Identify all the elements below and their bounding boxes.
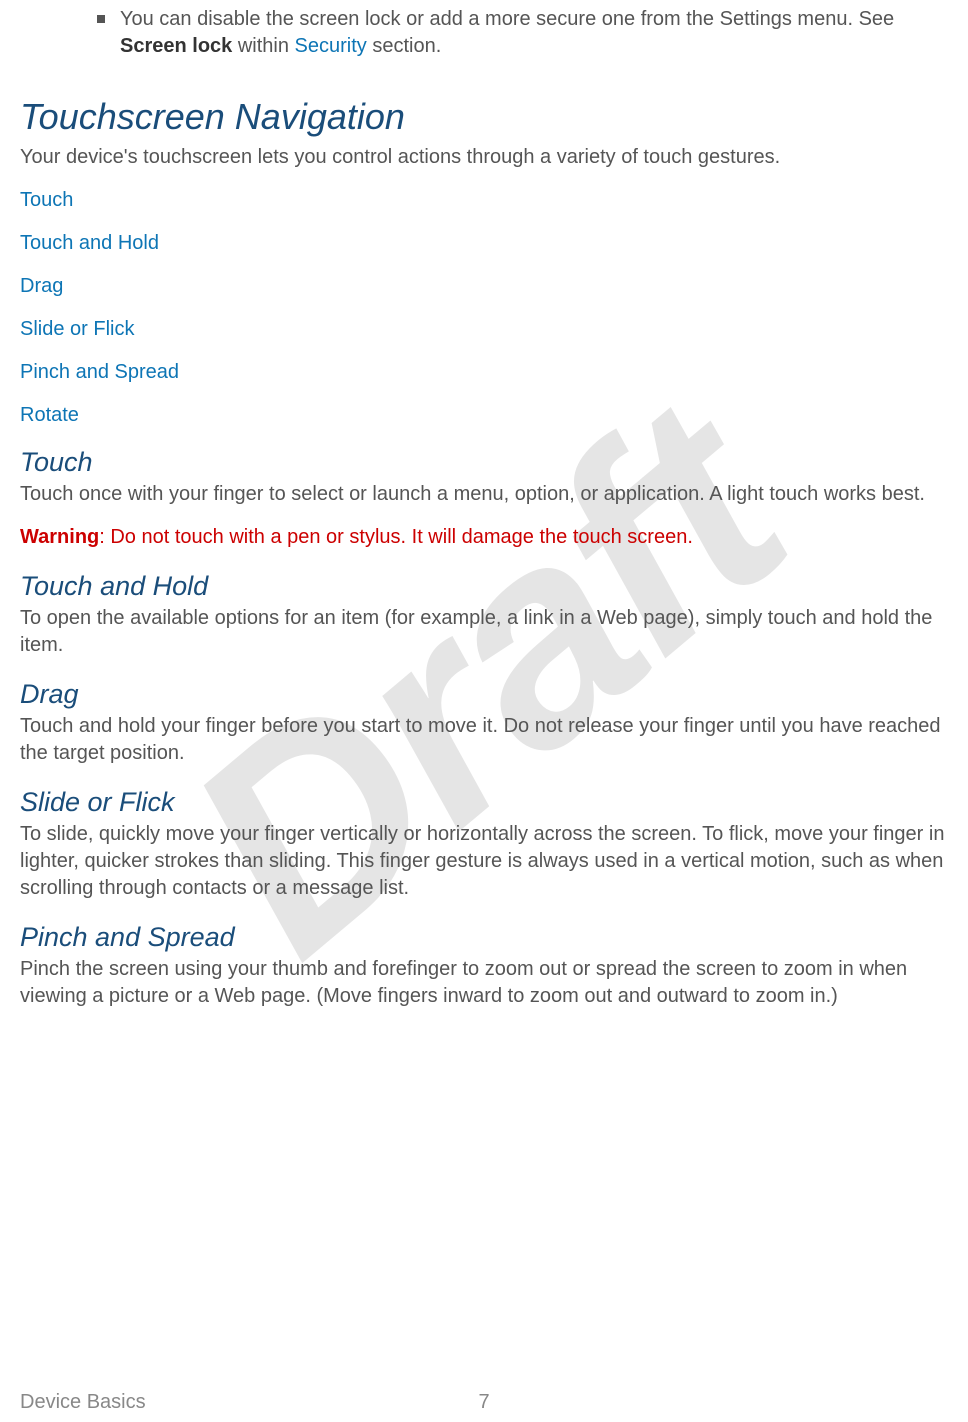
bullet-bold-text: Screen lock bbox=[120, 35, 232, 57]
heading-touch: Touch bbox=[20, 447, 948, 478]
bullet-text-part3: section. bbox=[367, 35, 441, 57]
heading-touchscreen-navigation: Touchscreen Navigation bbox=[20, 96, 948, 138]
bullet-text-part2: within bbox=[232, 35, 294, 57]
bullet-list-item: You can disable the screen lock or add a… bbox=[20, 6, 948, 60]
body-touch: Touch once with your finger to select or… bbox=[20, 481, 948, 508]
toc-link-rotate[interactable]: Rotate bbox=[20, 404, 79, 426]
bullet-text: You can disable the screen lock or add a… bbox=[120, 6, 948, 60]
heading-drag: Drag bbox=[20, 679, 948, 710]
body-drag: Touch and hold your finger before you st… bbox=[20, 713, 948, 767]
toc-link-pinch-and-spread[interactable]: Pinch and Spread bbox=[20, 361, 179, 383]
heading-touch-and-hold: Touch and Hold bbox=[20, 571, 948, 602]
heading-slide-or-flick: Slide or Flick bbox=[20, 787, 948, 818]
intro-paragraph: Your device's touchscreen lets you contr… bbox=[20, 144, 948, 171]
page-footer: Device Basics 7 bbox=[20, 1391, 948, 1414]
security-link[interactable]: Security bbox=[295, 35, 367, 57]
warning-text: : Do not touch with a pen or stylus. It … bbox=[99, 526, 693, 548]
body-touch-and-hold: To open the available options for an ite… bbox=[20, 605, 948, 659]
warning-touch: Warning: Do not touch with a pen or styl… bbox=[20, 524, 948, 551]
warning-label: Warning bbox=[20, 526, 99, 548]
heading-pinch-and-spread: Pinch and Spread bbox=[20, 922, 948, 953]
toc-link-drag[interactable]: Drag bbox=[20, 275, 63, 297]
footer-section-name: Device Basics bbox=[20, 1391, 146, 1414]
body-slide-or-flick: To slide, quickly move your finger verti… bbox=[20, 821, 948, 902]
toc-link-touch-and-hold[interactable]: Touch and Hold bbox=[20, 232, 159, 254]
toc-link-touch[interactable]: Touch bbox=[20, 189, 73, 211]
bullet-text-part1: You can disable the screen lock or add a… bbox=[120, 8, 894, 30]
body-pinch-and-spread: Pinch the screen using your thumb and fo… bbox=[20, 956, 948, 1010]
toc-link-slide-or-flick[interactable]: Slide or Flick bbox=[20, 318, 134, 340]
footer-page-number: 7 bbox=[478, 1391, 489, 1414]
bullet-marker-icon bbox=[97, 15, 105, 23]
page-content: You can disable the screen lock or add a… bbox=[20, 6, 948, 1010]
